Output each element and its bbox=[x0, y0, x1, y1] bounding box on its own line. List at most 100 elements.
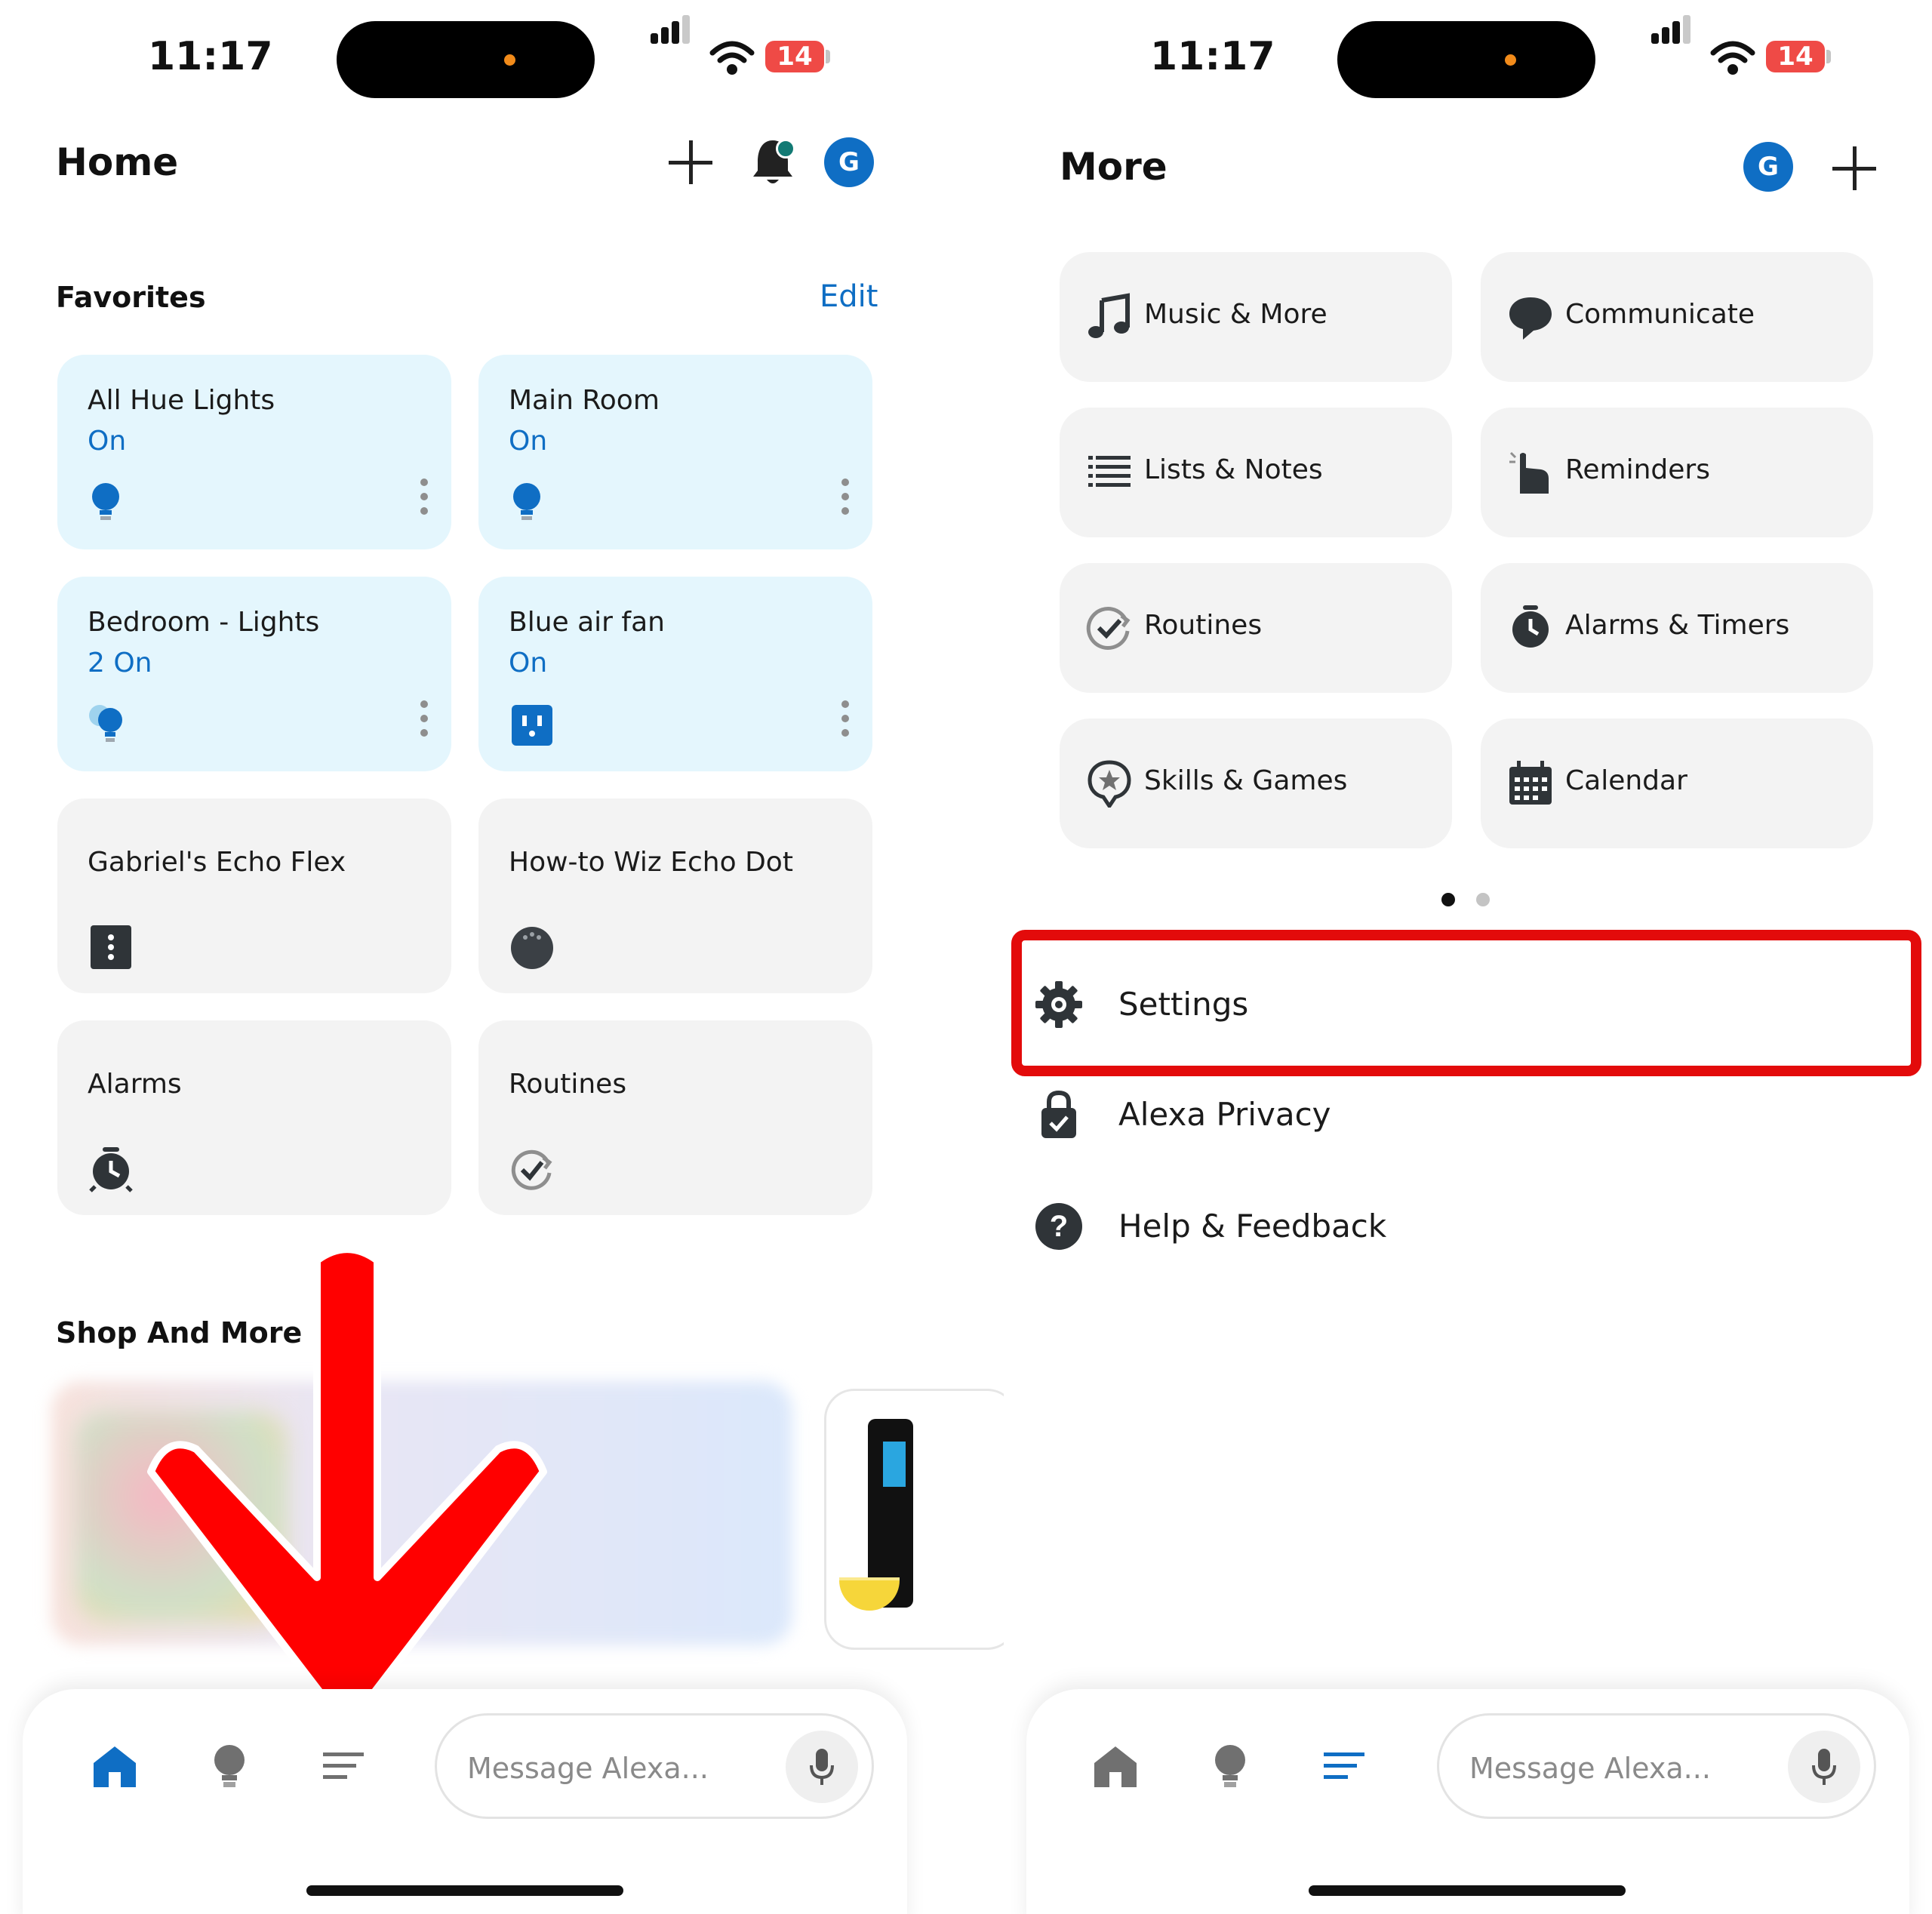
tile-name: Main Room bbox=[509, 385, 660, 416]
favorite-tile-all-hue-lights[interactable]: All Hue Lights On bbox=[57, 355, 451, 549]
reminder-hand-icon bbox=[1509, 451, 1549, 494]
help-feedback-row[interactable]: ? Help & Feedback bbox=[1034, 1185, 1864, 1268]
message-alexa-input[interactable]: Message Alexa... bbox=[435, 1713, 874, 1819]
add-icon[interactable] bbox=[669, 140, 712, 184]
home-nav-icon[interactable] bbox=[1091, 1742, 1140, 1790]
more-nav-icon[interactable] bbox=[320, 1742, 368, 1790]
status-time: 11:17 bbox=[1150, 34, 1275, 79]
microphone-button[interactable] bbox=[786, 1731, 858, 1803]
more-tile-routines[interactable]: Routines bbox=[1060, 563, 1452, 693]
home-nav-icon[interactable] bbox=[91, 1742, 139, 1790]
tile-state: On bbox=[509, 648, 548, 679]
dynamic-island bbox=[1337, 21, 1595, 98]
help-feedback-label: Help & Feedback bbox=[1118, 1208, 1387, 1245]
alexa-privacy-label: Alexa Privacy bbox=[1118, 1096, 1331, 1133]
tile-state: On bbox=[509, 426, 548, 457]
more-tile-music[interactable]: Music & More bbox=[1060, 252, 1452, 382]
tile-label: Music & More bbox=[1144, 299, 1327, 330]
echo-dot-icon bbox=[511, 927, 553, 969]
skills-star-icon bbox=[1088, 760, 1131, 808]
add-icon[interactable] bbox=[1832, 146, 1876, 190]
tile-name: Gabriel's Echo Flex bbox=[88, 847, 346, 878]
alarm-clock-icon bbox=[89, 1147, 133, 1192]
bulb-group-icon bbox=[89, 705, 122, 742]
more-tile-calendar[interactable]: Calendar bbox=[1481, 719, 1873, 848]
tile-menu-icon[interactable] bbox=[841, 700, 850, 738]
tile-name: Alarms bbox=[88, 1069, 182, 1100]
tile-label: Communicate bbox=[1565, 299, 1755, 330]
battery-indicator: 14 bbox=[1766, 41, 1825, 72]
bulb-icon bbox=[513, 483, 540, 520]
favorite-tile-echo-dot[interactable]: How-to Wiz Echo Dot bbox=[478, 799, 872, 993]
message-alexa-input[interactable]: Message Alexa... bbox=[1437, 1713, 1876, 1819]
list-icon bbox=[1088, 456, 1131, 487]
smart-plug-icon bbox=[512, 705, 552, 746]
routines-icon bbox=[1086, 607, 1131, 651]
tile-label: Lists & Notes bbox=[1144, 454, 1323, 485]
home-indicator bbox=[1309, 1885, 1626, 1896]
shop-card-product[interactable] bbox=[824, 1389, 1004, 1650]
tile-name: Blue air fan bbox=[509, 607, 665, 638]
echo-flex-icon bbox=[91, 925, 131, 969]
tile-menu-icon[interactable] bbox=[420, 478, 429, 516]
profile-avatar[interactable]: G bbox=[1743, 142, 1793, 192]
more-tile-lists[interactable]: Lists & Notes bbox=[1060, 408, 1452, 537]
favorites-title: Favorites bbox=[56, 281, 206, 314]
privacy-lock-icon bbox=[1041, 1090, 1076, 1138]
page-indicator-active[interactable] bbox=[1441, 893, 1455, 906]
favorite-tile-alarms[interactable]: Alarms bbox=[57, 1020, 451, 1215]
devices-nav-icon[interactable] bbox=[1206, 1742, 1254, 1790]
favorite-tile-echo-flex[interactable]: Gabriel's Echo Flex bbox=[57, 799, 451, 993]
page-title: More bbox=[1060, 145, 1168, 189]
svg-text:?: ? bbox=[1050, 1210, 1068, 1243]
help-icon: ? bbox=[1035, 1203, 1082, 1250]
message-placeholder: Message Alexa... bbox=[467, 1752, 709, 1785]
battery-cap bbox=[1826, 50, 1831, 63]
tile-label: Reminders bbox=[1565, 454, 1710, 485]
dynamic-island bbox=[337, 21, 595, 98]
more-tile-alarms[interactable]: Alarms & Timers bbox=[1481, 563, 1873, 693]
battery-indicator: 14 bbox=[765, 41, 824, 72]
more-nav-icon[interactable] bbox=[1321, 1742, 1369, 1790]
more-tile-skills[interactable]: Skills & Games bbox=[1060, 719, 1452, 848]
tile-name: Bedroom - Lights bbox=[88, 607, 320, 638]
favorite-tile-bedroom-lights[interactable]: Bedroom - Lights 2 On bbox=[57, 577, 451, 771]
chat-bubble-icon bbox=[1509, 297, 1552, 340]
tile-name: Routines bbox=[509, 1069, 627, 1100]
tile-label: Alarms & Timers bbox=[1565, 610, 1790, 641]
devices-nav-icon[interactable] bbox=[205, 1742, 254, 1790]
more-tile-communicate[interactable]: Communicate bbox=[1481, 252, 1873, 382]
favorite-tile-blue-air-fan[interactable]: Blue air fan On bbox=[478, 577, 872, 771]
notification-badge bbox=[776, 139, 795, 158]
red-arrow-annotation bbox=[147, 1245, 547, 1713]
page-title: Home bbox=[56, 140, 179, 184]
wifi-icon bbox=[1710, 41, 1755, 75]
microphone-button[interactable] bbox=[1788, 1731, 1860, 1803]
alarm-clock-icon bbox=[1512, 605, 1549, 648]
routines-icon bbox=[511, 1149, 552, 1190]
more-tile-reminders[interactable]: Reminders bbox=[1481, 408, 1873, 537]
tile-name: How-to Wiz Echo Dot bbox=[509, 847, 793, 878]
favorite-tile-main-room[interactable]: Main Room On bbox=[478, 355, 872, 549]
wifi-icon bbox=[709, 41, 755, 75]
page-indicator[interactable] bbox=[1476, 893, 1490, 906]
tile-menu-icon[interactable] bbox=[420, 700, 429, 738]
settings-highlight-annotation bbox=[1011, 930, 1921, 1076]
profile-avatar[interactable]: G bbox=[824, 137, 874, 187]
tile-label: Calendar bbox=[1565, 765, 1687, 796]
alexa-privacy-row[interactable]: Alexa Privacy bbox=[1034, 1073, 1864, 1156]
tile-menu-icon[interactable] bbox=[841, 478, 850, 516]
microphone-icon bbox=[1812, 1749, 1836, 1785]
edit-favorites-link[interactable]: Edit bbox=[820, 279, 878, 314]
favorite-tile-routines[interactable]: Routines bbox=[478, 1020, 872, 1215]
tile-label: Skills & Games bbox=[1144, 765, 1348, 796]
tile-state: On bbox=[88, 426, 127, 457]
battery-cap bbox=[826, 50, 830, 63]
message-placeholder: Message Alexa... bbox=[1469, 1752, 1711, 1785]
home-screen: 11:17 14 Home G Favorites Edit All Hue L… bbox=[0, 0, 1004, 1914]
tile-name: All Hue Lights bbox=[88, 385, 275, 416]
microphone-icon bbox=[810, 1749, 834, 1785]
music-note-icon bbox=[1088, 293, 1130, 338]
tile-label: Routines bbox=[1144, 610, 1263, 641]
bulb-icon bbox=[92, 483, 119, 520]
